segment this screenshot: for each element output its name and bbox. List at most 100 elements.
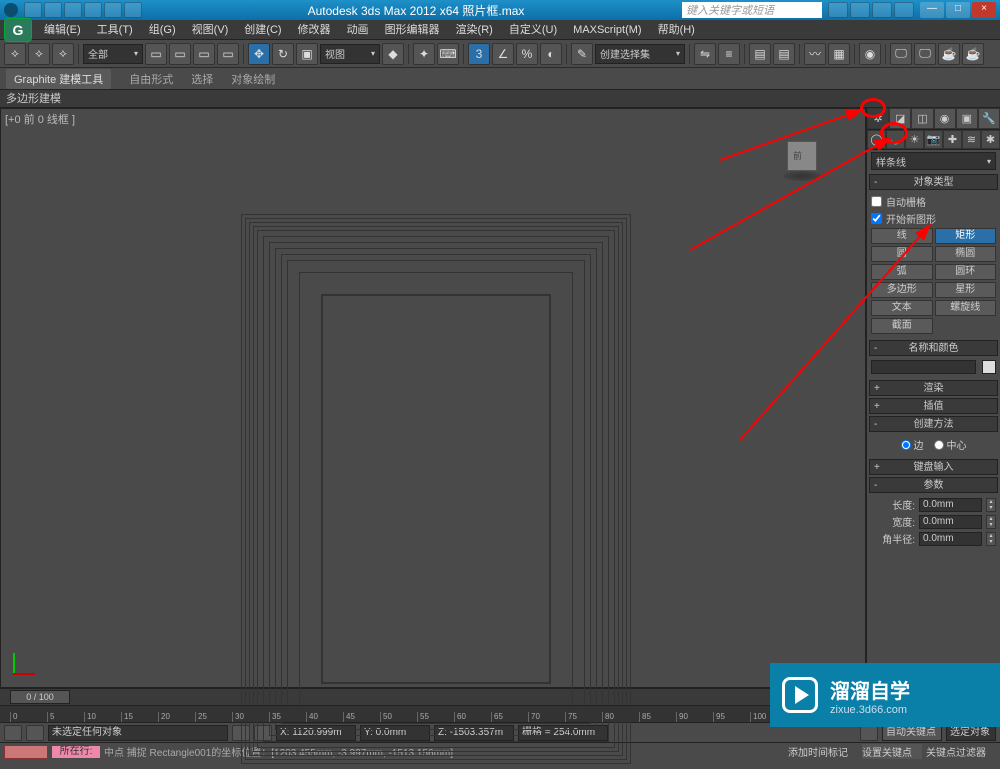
select-region-icon[interactable]: ▭	[193, 43, 215, 65]
window-crossing-icon[interactable]: ▭	[217, 43, 239, 65]
rollout-rendering[interactable]: 渲染	[869, 380, 998, 396]
menu-customize[interactable]: 自定义(U)	[501, 20, 565, 39]
key-filters[interactable]: 关键点过滤器	[926, 744, 996, 759]
move-icon[interactable]: ✥	[248, 43, 270, 65]
object-color-swatch[interactable]	[982, 360, 996, 374]
rollout-name-color[interactable]: 名称和颜色	[869, 340, 998, 356]
rollout-keyboard[interactable]: 键盘输入	[869, 459, 998, 475]
help-question-icon[interactable]	[894, 2, 914, 18]
helpers-subtab-icon[interactable]: ✚	[943, 130, 962, 149]
width-spinner[interactable]	[986, 515, 996, 529]
mirror-icon[interactable]: ⇋	[694, 43, 716, 65]
app-menu-button[interactable]: G	[4, 18, 32, 42]
render-setup-icon[interactable]: 🖵	[890, 43, 912, 65]
arc-button[interactable]: 弧	[871, 264, 933, 280]
rotate-icon[interactable]: ↻	[272, 43, 294, 65]
qat-open-icon[interactable]	[44, 2, 62, 18]
hierarchy-tab-icon[interactable]: ◫	[911, 108, 933, 129]
width-input[interactable]: 0.0mm	[919, 515, 982, 529]
minimize-button[interactable]: —	[920, 2, 944, 18]
corner-spinner[interactable]	[986, 532, 996, 546]
ribbon-tab-modeling[interactable]: Graphite 建模工具	[6, 69, 111, 89]
corner-input[interactable]: 0.0mm	[919, 532, 982, 546]
viewcube[interactable]: 前	[779, 137, 825, 183]
keymode-icon[interactable]: ⌨	[437, 43, 459, 65]
rollout-interpolation[interactable]: 插值	[869, 398, 998, 414]
render-last-icon[interactable]: ☕	[962, 43, 984, 65]
spacewarp-subtab-icon[interactable]: ≋	[962, 130, 981, 149]
schematic-icon[interactable]: ▦	[828, 43, 850, 65]
ref-coord-dropdown[interactable]: 视图	[320, 44, 380, 64]
ribbon-tab-freeform[interactable]: 自由形式	[129, 71, 173, 87]
menu-maxscript[interactable]: MAXScript(M)	[565, 20, 649, 39]
rectangle-button[interactable]: 矩形	[935, 228, 997, 244]
material-editor-icon[interactable]: ◉	[859, 43, 881, 65]
ribbon-tab-selection[interactable]: 选择	[191, 71, 213, 87]
spinner-snap-icon[interactable]: ◐	[540, 43, 562, 65]
select-name-icon[interactable]: ▭	[169, 43, 191, 65]
lock-selection-icon[interactable]	[26, 725, 44, 741]
angle-snap-icon[interactable]: ∠	[492, 43, 514, 65]
unlink-icon[interactable]: ⟡	[28, 43, 50, 65]
line-button[interactable]: 线	[871, 228, 933, 244]
startnew-checkbox[interactable]	[871, 213, 882, 224]
editnamed-icon[interactable]: ✎	[571, 43, 593, 65]
time-slider[interactable]: 0 / 100	[10, 690, 70, 704]
menu-rendering[interactable]: 渲染(R)	[448, 20, 501, 39]
help-star-icon[interactable]	[872, 2, 892, 18]
rollout-object-type[interactable]: 对象类型	[869, 174, 998, 190]
bind-icon[interactable]: ⟡	[52, 43, 74, 65]
category-dropdown[interactable]: 样条线	[871, 152, 996, 170]
script-rec-box[interactable]	[4, 745, 48, 759]
link-icon[interactable]: ⟡	[4, 43, 26, 65]
length-input[interactable]: 0.0mm	[919, 498, 982, 512]
object-name-input[interactable]	[871, 360, 976, 374]
selection-filter-dropdown[interactable]: 全部	[83, 44, 143, 64]
section-button[interactable]: 截面	[871, 318, 933, 334]
utilities-tab-icon[interactable]: 🔧	[978, 108, 1000, 129]
scene-object-pictureframe[interactable]	[241, 214, 631, 764]
ngon-button[interactable]: 多边形	[871, 282, 933, 298]
percent-snap-icon[interactable]: %	[516, 43, 538, 65]
autogrid-checkbox[interactable]	[871, 196, 882, 207]
help-search-icon[interactable]	[828, 2, 848, 18]
helix-button[interactable]: 螺旋线	[935, 300, 997, 316]
render-prod-icon[interactable]: ☕	[938, 43, 960, 65]
rollout-creation-method[interactable]: 创建方法	[869, 416, 998, 432]
menu-edit[interactable]: 编辑(E)	[36, 20, 89, 39]
circle-button[interactable]: 圆	[871, 246, 933, 262]
scale-icon[interactable]: ▣	[296, 43, 318, 65]
named-selset-dropdown[interactable]: 创建选择集	[595, 44, 685, 64]
star-button[interactable]: 星形	[935, 282, 997, 298]
menu-grapheditors[interactable]: 图形编辑器	[377, 20, 448, 39]
help-comm-icon[interactable]	[850, 2, 870, 18]
close-button[interactable]: ×	[972, 2, 996, 18]
menu-tools[interactable]: 工具(T)	[89, 20, 141, 39]
setkey-button[interactable]: 设置关键点	[862, 744, 922, 759]
menu-group[interactable]: 组(G)	[141, 20, 184, 39]
go-line-label[interactable]: 所在行:	[52, 746, 100, 758]
geometry-subtab-icon[interactable]: ◯	[867, 130, 886, 149]
cameras-subtab-icon[interactable]: 📷	[924, 130, 943, 149]
maxscript-mini-icon[interactable]	[4, 725, 22, 741]
qat-undo-icon[interactable]	[84, 2, 102, 18]
motion-tab-icon[interactable]: ◉	[934, 108, 956, 129]
select-icon[interactable]: ▭	[145, 43, 167, 65]
qat-redo-icon[interactable]	[104, 2, 122, 18]
menu-view[interactable]: 视图(V)	[184, 20, 237, 39]
systems-subtab-icon[interactable]: ✱	[981, 130, 1000, 149]
shapes-subtab-icon[interactable]: ◡	[886, 130, 905, 149]
help-search-input[interactable]: 键入关键字或短语	[682, 2, 822, 18]
layermgr-icon[interactable]: ▤	[773, 43, 795, 65]
edge-radio[interactable]	[901, 440, 911, 450]
qat-save-icon[interactable]	[64, 2, 82, 18]
rollout-parameters[interactable]: 参数	[869, 477, 998, 493]
length-spinner[interactable]	[986, 498, 996, 512]
ribbon-tab-paint[interactable]: 对象绘制	[231, 71, 275, 87]
create-tab-icon[interactable]: ✲	[867, 108, 889, 129]
qat-more-icon[interactable]	[124, 2, 142, 18]
maximize-button[interactable]: □	[946, 2, 970, 18]
text-button[interactable]: 文本	[871, 300, 933, 316]
manip-icon[interactable]: ✦	[413, 43, 435, 65]
menu-modifiers[interactable]: 修改器	[290, 20, 339, 39]
